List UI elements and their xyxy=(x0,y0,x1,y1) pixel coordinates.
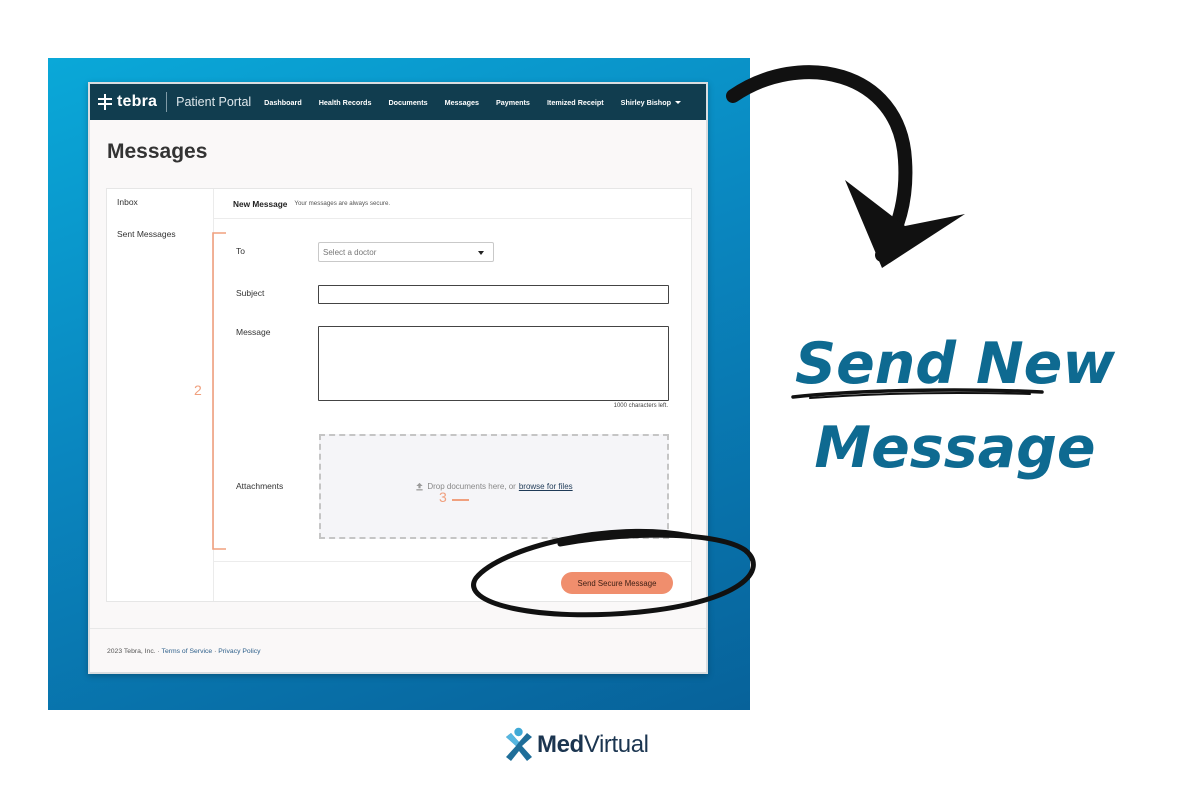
step-3-connector xyxy=(452,499,469,501)
sidebar-item-inbox[interactable]: Inbox xyxy=(117,197,138,207)
message-input[interactable] xyxy=(318,326,669,401)
footer-separator: · xyxy=(157,648,160,655)
medvirtual-wordmark: MedVirtual xyxy=(537,731,649,759)
message-label: Message xyxy=(236,327,271,337)
brand[interactable]: tebra xyxy=(90,93,157,111)
headline: Send New Message xyxy=(790,322,1120,490)
sidebar-item-sent-messages[interactable]: Sent Messages xyxy=(117,229,176,239)
attachments-label: Attachments xyxy=(236,481,284,491)
user-menu[interactable]: Shirley Bishop xyxy=(621,98,681,107)
headline-line-2: Message xyxy=(814,415,1096,481)
footer-divider xyxy=(90,628,706,629)
compose-title: New Message xyxy=(233,198,288,209)
nav-links: Dashboard Health Records Documents Messa… xyxy=(264,98,681,107)
curved-arrow-head xyxy=(845,180,965,268)
character-counter: 1000 characters left. xyxy=(613,403,668,409)
chevron-down-icon xyxy=(478,251,484,255)
logo-part-virtual: Virtual xyxy=(583,731,649,758)
page-footer: 2023 Tebra, Inc. · Terms of Service · Pr… xyxy=(107,648,261,655)
top-nav: tebra Patient Portal Dashboard Health Re… xyxy=(90,84,706,120)
subject-label: Subject xyxy=(236,288,265,298)
doctor-select-value: Select a doctor xyxy=(323,248,377,257)
user-name: Shirley Bishop xyxy=(620,97,671,107)
product-name: Patient Portal xyxy=(176,95,252,109)
compose-header: New Message Your messages are always sec… xyxy=(214,189,691,219)
medvirtual-logo: MedVirtual xyxy=(503,727,649,763)
medvirtual-logo-icon xyxy=(506,727,532,761)
doctor-select[interactable]: Select a doctor xyxy=(318,242,494,262)
logo-part-med: Med xyxy=(537,731,584,758)
portal-screenshot: tebra Patient Portal Dashboard Health Re… xyxy=(88,82,708,674)
nav-documents[interactable]: Documents xyxy=(388,98,427,107)
form-divider xyxy=(214,561,691,562)
caret-down-icon xyxy=(674,100,681,104)
browse-files-link[interactable]: browse for files xyxy=(519,482,573,491)
upload-icon xyxy=(416,482,423,491)
privacy-policy-link[interactable]: Privacy Policy xyxy=(218,648,260,655)
nav-health-records[interactable]: Health Records xyxy=(319,98,372,107)
step-2-bracket xyxy=(212,232,226,550)
nav-payments[interactable]: Payments xyxy=(496,98,530,107)
headline-underline xyxy=(791,388,1044,399)
send-secure-message-button[interactable]: Send Secure Message xyxy=(561,572,673,594)
nav-itemized-receipt[interactable]: Itemized Receipt xyxy=(547,98,604,107)
curved-arrow xyxy=(726,65,913,262)
tebra-logo-icon xyxy=(98,94,112,110)
brand-name: tebra xyxy=(117,93,158,110)
footer-separator: · xyxy=(214,648,217,655)
page-title: Messages xyxy=(107,140,208,163)
step-2-marker: 2 xyxy=(194,382,202,398)
to-label: To xyxy=(236,246,245,256)
nav-dashboard[interactable]: Dashboard xyxy=(264,98,302,107)
copyright: 2023 Tebra, Inc. xyxy=(107,648,156,655)
step-3-marker: 3 xyxy=(439,489,447,505)
attachment-dropzone[interactable]: Drop documents here, or browse for files xyxy=(319,434,669,539)
brand-divider xyxy=(166,92,168,112)
nav-messages[interactable]: Messages xyxy=(445,98,479,107)
security-note: Your messages are always secure. xyxy=(294,200,391,207)
subject-input[interactable] xyxy=(318,285,669,304)
terms-of-service-link[interactable]: Terms of Service xyxy=(162,648,213,655)
